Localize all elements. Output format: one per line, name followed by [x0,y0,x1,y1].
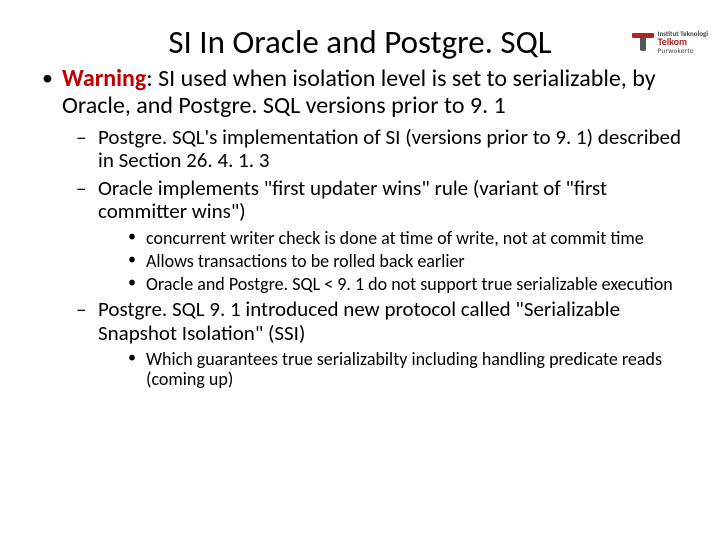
slide-body: Warning: SI used when isolation level is… [0,66,720,390]
logo-t-icon [632,33,654,51]
sub2-rollback: Allows transactions to be rolled back ea… [120,251,684,271]
sub2-no-true-serial: Oracle and Postgre. SQL < 9. 1 do not su… [120,274,684,294]
logo-line3: Purwokerto [658,47,708,54]
sub3-guarantees: Which guarantees true serializabilty inc… [120,349,684,389]
slide-title: SI In Oracle and Postgre. SQL [0,0,720,66]
warning-text: : SI used when isolation level is set to… [62,64,656,120]
institution-logo: Institut Teknologi Telkom Purwokerto [632,30,708,54]
sub-ssi: Postgre. SQL 9. 1 introduced new protoco… [68,298,684,389]
sub-oracle-rule: Oracle implements "first updater wins" r… [68,177,684,295]
sub-postgre-impl: Postgre. SQL's implementation of SI (ver… [68,126,684,173]
sub-oracle-text: Oracle implements "first updater wins" r… [98,175,607,225]
warning-label: Warning [62,64,146,93]
sub-ssi-text: Postgre. SQL 9. 1 introduced new protoco… [98,296,620,346]
bullet-warning: Warning: SI used when isolation level is… [36,66,684,390]
logo-mark [632,33,654,51]
logo-text: Institut Teknologi Telkom Purwokerto [658,30,708,54]
sub2-concurrent: concurrent writer check is done at time … [120,228,684,248]
